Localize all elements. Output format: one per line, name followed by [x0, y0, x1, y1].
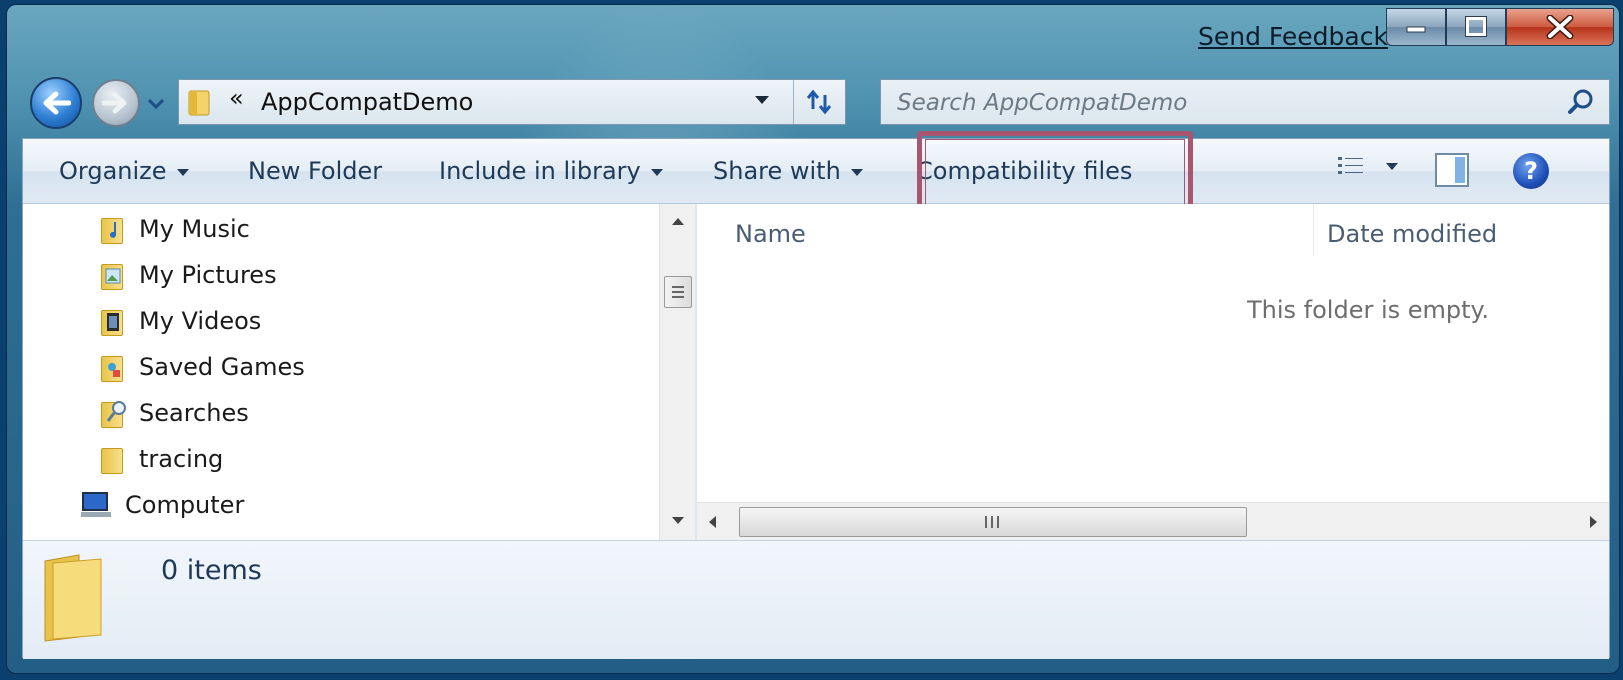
videos-folder-icon — [99, 306, 127, 336]
column-header-date-modified[interactable]: Date modified — [1327, 220, 1497, 248]
tree-item-computer[interactable]: Computer — [79, 490, 244, 520]
music-folder-icon — [99, 214, 127, 244]
refresh-button[interactable] — [793, 80, 846, 124]
file-list-pane: Name Date modified This folder is empty. — [697, 204, 1609, 541]
preview-pane-button[interactable] — [1435, 153, 1469, 187]
dropdown-arrow-icon — [850, 168, 863, 176]
forward-arrow-icon — [102, 92, 127, 114]
scroll-up-icon[interactable] — [670, 216, 686, 226]
pictures-folder-icon — [99, 260, 127, 290]
maximize-button[interactable] — [1446, 8, 1506, 46]
window-caption-buttons — [1386, 8, 1614, 46]
search-placeholder: Search AppCompatDemo — [897, 90, 1188, 116]
scroll-down-icon[interactable] — [670, 516, 686, 526]
close-icon — [1546, 15, 1574, 39]
search-icon[interactable] — [1567, 88, 1595, 116]
computer-icon — [79, 490, 113, 520]
dropdown-arrow-icon — [176, 168, 189, 176]
navigation-pane: My Music My Pictures My Videos Saved Gam… — [23, 204, 695, 540]
organize-menu[interactable]: Organize — [59, 157, 189, 185]
scrollbar-thumb[interactable] — [739, 507, 1247, 537]
folder-icon — [99, 444, 127, 474]
back-button[interactable] — [30, 77, 82, 129]
tree-item-label: Computer — [125, 491, 245, 519]
item-count: 0 items — [161, 555, 262, 586]
searches-folder-icon — [99, 398, 127, 428]
minimize-icon — [1406, 26, 1426, 33]
large-folder-icon — [44, 554, 102, 642]
help-button[interactable]: ? — [1513, 153, 1549, 189]
folder-icon — [188, 90, 210, 116]
tree-item-tracing[interactable]: tracing — [99, 444, 223, 474]
forward-button[interactable] — [92, 79, 140, 127]
new-folder-button[interactable]: New Folder — [248, 157, 382, 185]
refresh-icon — [806, 89, 832, 115]
change-view-button[interactable] — [1337, 155, 1399, 177]
tree-item-label: My Music — [139, 215, 250, 243]
tree-item-label: My Videos — [139, 307, 262, 335]
details-view-icon — [1338, 157, 1363, 174]
nav-pane-scrollbar[interactable] — [659, 204, 696, 540]
search-box[interactable]: Search AppCompatDemo — [880, 79, 1610, 125]
close-button[interactable] — [1506, 8, 1614, 46]
tree-item-saved-games[interactable]: Saved Games — [99, 352, 305, 382]
tree-item-label: tracing — [139, 445, 224, 473]
callout-highlight-inner — [925, 139, 1185, 207]
dropdown-arrow-icon — [650, 168, 663, 176]
back-arrow-icon — [43, 91, 71, 115]
chevron-down-icon — [1386, 163, 1398, 170]
tree-item-label: My Pictures — [139, 261, 277, 289]
details-pane: 0 items — [23, 540, 1609, 659]
command-bar: Organize New Folder Include in library S… — [23, 131, 1609, 215]
tree-item-label: Searches — [139, 399, 249, 427]
scroll-right-icon[interactable] — [1589, 515, 1599, 529]
new-folder-label: New Folder — [248, 157, 383, 185]
include-in-library-menu[interactable]: Include in library — [439, 157, 663, 185]
tree-item-my-videos[interactable]: My Videos — [99, 306, 261, 336]
saved-games-folder-icon — [99, 352, 127, 382]
minimize-button[interactable] — [1386, 8, 1446, 46]
column-header-name[interactable]: Name — [735, 220, 806, 248]
send-feedback-link[interactable]: Send Feedback — [1198, 22, 1388, 51]
file-list-horizontal-scrollbar[interactable] — [697, 502, 1609, 541]
maximize-icon — [1465, 16, 1487, 37]
include-in-library-label: Include in library — [439, 157, 641, 185]
tree-item-searches[interactable]: Searches — [99, 398, 249, 428]
breadcrumb-current[interactable]: AppCompatDemo — [261, 88, 473, 116]
address-bar[interactable]: « AppCompatDemo — [178, 79, 846, 125]
tree-item-my-music[interactable]: My Music — [99, 214, 250, 244]
tree-item-label: Saved Games — [139, 353, 305, 381]
empty-folder-message: This folder is empty. — [1247, 296, 1489, 324]
chevron-down-icon — [148, 99, 164, 109]
column-separator[interactable] — [1313, 204, 1314, 256]
tree-item-my-pictures[interactable]: My Pictures — [99, 260, 277, 290]
organize-label: Organize — [59, 157, 167, 185]
share-with-label: Share with — [713, 157, 841, 185]
explorer-client-area: Organize New Folder Include in library S… — [22, 131, 1610, 659]
breadcrumb-overflow[interactable]: « — [229, 84, 244, 112]
scroll-left-icon[interactable] — [707, 515, 717, 529]
share-with-menu[interactable]: Share with — [713, 157, 863, 185]
address-dropdown-icon[interactable] — [754, 94, 770, 106]
scrollbar-thumb[interactable] — [664, 276, 692, 308]
recent-pages-button[interactable] — [148, 96, 164, 112]
